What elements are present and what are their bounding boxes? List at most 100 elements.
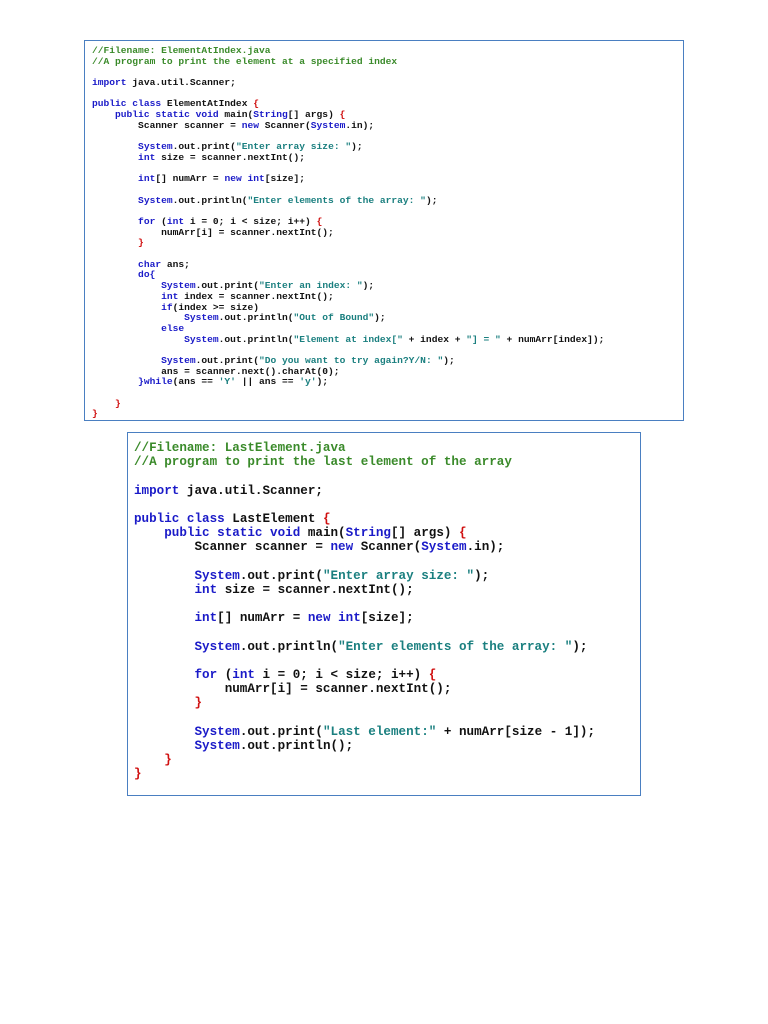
code-token: .out.println( (218, 333, 294, 345)
code-token: main( (300, 526, 346, 541)
code-token: int (92, 290, 179, 302)
code-token: { (316, 216, 323, 227)
code-token: { (253, 98, 259, 110)
code-token: ); (362, 280, 375, 292)
code-token: + numArr[size - 1]); (436, 724, 596, 739)
code-line: int size = scanner.nextInt(); (92, 151, 683, 164)
code-token: //A program to print the element at a sp… (92, 55, 398, 67)
code-token: public static void (92, 109, 219, 121)
code-token: System (134, 724, 240, 739)
code-token: { (339, 109, 346, 121)
code-token: ); (374, 312, 386, 324)
code-token: { (322, 511, 331, 526)
code-token: do{ (92, 269, 156, 281)
code-token: System (310, 119, 346, 131)
code-token: } (92, 408, 98, 420)
code-token: ( (217, 668, 233, 682)
code-token: .out.print( (239, 568, 323, 583)
code-line: Scanner scanner = new Scanner(System.in)… (134, 540, 640, 554)
code-token: else (92, 322, 185, 334)
code-token: "Element at index[" (293, 333, 403, 345)
code-token: String (253, 109, 288, 121)
code-token: } (134, 767, 142, 782)
code-token: ); (474, 568, 490, 583)
code-token: Scanner scanner = (92, 119, 242, 131)
code-token: System (92, 333, 219, 345)
code-token: new (241, 119, 259, 131)
code-line: } (92, 409, 683, 420)
code-line: } (134, 767, 640, 781)
code-token: Scanner( (258, 119, 311, 131)
code-token: //A program to print the last element of… (134, 455, 512, 470)
code-token: import (134, 483, 180, 498)
code-token: System (92, 354, 196, 366)
code-listing-last-element: //Filename: LastElement.java//A program … (127, 432, 641, 796)
code-token: .out.println(); (239, 738, 354, 753)
code-token: (index >= size) (172, 301, 259, 313)
code-token: + index + (402, 333, 467, 345)
code-line: int[] numArr = new int[size]; (134, 611, 640, 625)
code-line: } (134, 696, 640, 710)
code-token: [] args) (390, 526, 460, 541)
code-token: char (92, 258, 162, 270)
code-listing-element-at-index: //Filename: ElementAtIndex.java//A progr… (84, 40, 684, 421)
code-line: import java.util.Scanner; (134, 484, 640, 498)
code-token: ans; (161, 258, 190, 270)
code-token: int (232, 668, 255, 682)
code-token: "Enter array size: " (235, 141, 352, 153)
code-token: Scanner( (353, 540, 422, 555)
code-token: ); (316, 376, 329, 388)
code-line: System.out.println("Element at index[" +… (92, 333, 683, 346)
code-token: new int (224, 173, 265, 185)
code-token: index = scanner.nextInt(); (178, 290, 334, 302)
code-token: i = 0; i < size; i++) (254, 668, 429, 682)
code-line: System.out.println("Enter elements of th… (92, 194, 683, 207)
code-token: import (92, 77, 127, 89)
code-token: .in); (466, 540, 505, 555)
code-token: ); (443, 354, 455, 366)
code-token: int (92, 151, 156, 163)
code-line: }while(ans == 'Y' || ans == 'y'); (92, 376, 683, 388)
code-token: System (134, 738, 240, 753)
code-token: int (166, 216, 185, 227)
code-line: //A program to print the last element of… (134, 455, 640, 469)
code-token: "Do you want to try again?Y/N: " (258, 354, 444, 366)
code-token: [size]; (264, 173, 306, 185)
code-token: System (421, 540, 467, 555)
code-token: //Filename: ElementAtIndex.java (92, 45, 271, 56)
code-token: .in); (345, 119, 375, 131)
code-token: public static void (134, 526, 301, 541)
code-token: "Last element:" (322, 724, 437, 739)
code-token: System (92, 194, 173, 206)
code-token: main( (218, 109, 254, 121)
code-token: ); (425, 194, 438, 206)
code-token: System (134, 639, 240, 654)
code-token: java.util.Scanner; (179, 483, 323, 498)
code-token: java.util.Scanner; (126, 77, 236, 89)
code-token: [] args) (287, 109, 340, 121)
code-token: ); (572, 639, 588, 654)
code-token: || ans == (235, 376, 300, 388)
code-token: //Filename: LastElement.java (134, 441, 346, 455)
code-token: .out.print( (172, 141, 236, 153)
code-line: int[] numArr = new int[size]; (92, 173, 683, 185)
code-token: ); (351, 141, 363, 153)
code-token: size = scanner.nextInt(); (217, 582, 414, 597)
code-token: } (134, 753, 172, 768)
code-token: if (92, 301, 173, 313)
code-token: .out.println( (172, 194, 248, 206)
code-token: numArr[i] = scanner.nextInt(); (134, 682, 452, 697)
code-line: System.out.print("Last element:" + numAr… (134, 725, 640, 739)
code-token: } (134, 696, 203, 711)
code-token: int (134, 582, 218, 597)
code-line: for (int i = 0; i < size; i++) { (134, 668, 640, 682)
code-token: ans = scanner.next().charAt(0); (92, 365, 340, 377)
code-line: Scanner scanner = new Scanner(System.in)… (92, 119, 683, 132)
code-token: "] = " (466, 333, 501, 345)
